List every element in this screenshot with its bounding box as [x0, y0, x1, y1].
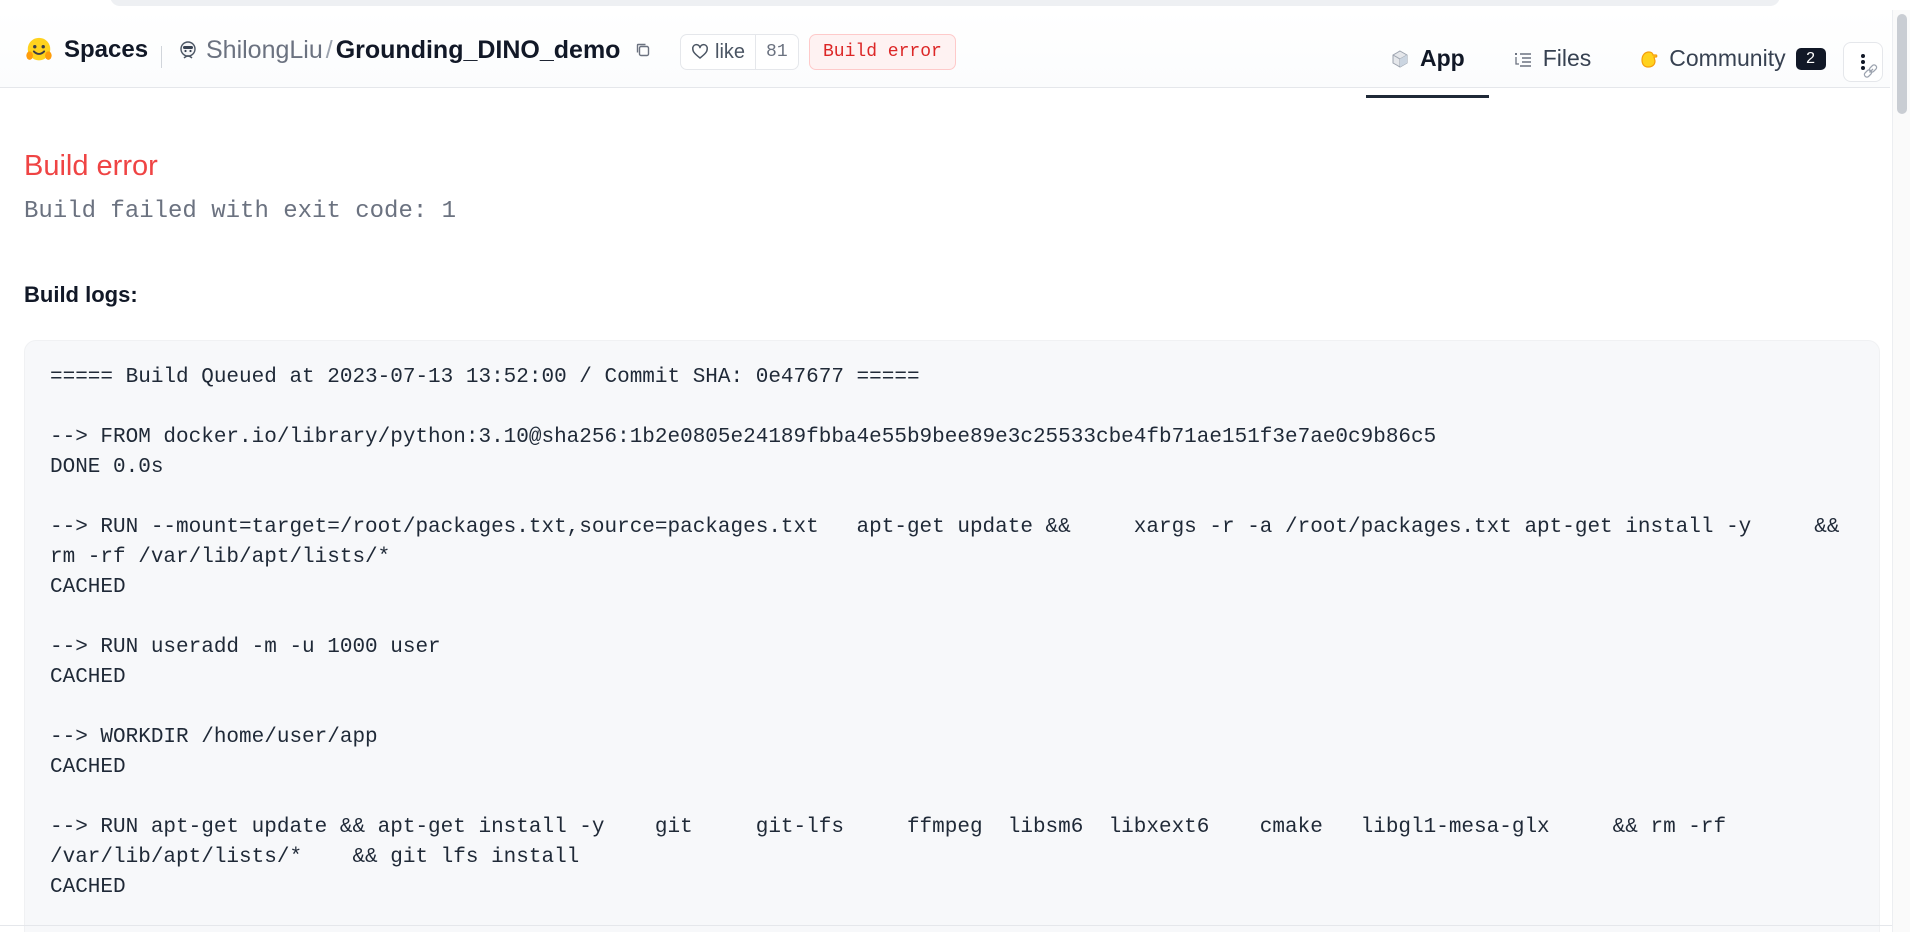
error-title: Build error: [24, 150, 158, 182]
tab-community[interactable]: Community 2: [1615, 20, 1849, 97]
space-header: Spaces ShilongLiu / Grounding_DINO_demo: [0, 10, 1890, 98]
tab-community-label: Community: [1669, 45, 1786, 71]
log-line: --> RUN apt-get update && apt-get instal…: [50, 816, 1727, 839]
header-divider: [161, 46, 162, 68]
like-widget: like 81: [680, 34, 799, 70]
space-tabs: App Files Community 2: [1366, 20, 1850, 98]
build-error-panel: Build error Build failed with exit code:…: [24, 88, 1880, 932]
scrollbar-thumb[interactable]: [1897, 14, 1907, 114]
repo-name-link[interactable]: Grounding_DINO_demo: [336, 36, 621, 65]
tab-files[interactable]: Files: [1489, 20, 1616, 97]
community-count-badge: 2: [1795, 47, 1826, 70]
link-icon[interactable]: [1862, 62, 1880, 80]
cube-icon: [1392, 49, 1408, 68]
log-line: --> WORKDIR /home/user/app: [50, 726, 378, 749]
log-line: CACHED: [50, 576, 126, 599]
repo-breadcrumb: ShilongLiu / Grounding_DINO_demo: [178, 32, 652, 68]
tab-app[interactable]: App: [1366, 20, 1489, 98]
log-line: ===== Build Queued at 2023-07-13 13:52:0…: [50, 366, 920, 389]
copy-icon[interactable]: [634, 41, 652, 59]
tab-app-label: App: [1420, 45, 1465, 71]
tab-files-label: Files: [1542, 45, 1592, 71]
files-icon: [1514, 52, 1531, 67]
log-line: CACHED: [50, 666, 126, 689]
owner-link[interactable]: ShilongLiu: [206, 36, 323, 65]
page: Spaces ShilongLiu / Grounding_DINO_demo: [0, 0, 1910, 932]
address-bar-remnant[interactable]: [110, 0, 1780, 6]
like-count[interactable]: 81: [755, 35, 798, 69]
like-label: like: [715, 40, 746, 63]
hugging-face-logo-icon: [26, 37, 52, 61]
error-detail: Build failed with exit code: 1: [24, 198, 457, 225]
heart-icon: [692, 43, 708, 59]
window-bottom-edge: [0, 925, 1892, 926]
log-line: --> FROM docker.io/library/python:3.10@s…: [50, 426, 1437, 449]
log-line: CACHED: [50, 756, 126, 779]
page-scrollbar[interactable]: [1892, 10, 1910, 932]
log-line: /var/lib/apt/lists/* && git lfs install: [50, 846, 580, 869]
log-line: --> RUN useradd -m -u 1000 user: [50, 636, 441, 659]
community-icon: [1641, 50, 1658, 68]
log-line: DONE 0.0s: [50, 456, 164, 479]
log-line: --> RUN --mount=target=/root/packages.tx…: [50, 516, 1840, 539]
build-logs-heading: Build logs:: [24, 282, 138, 307]
log-line: CACHED: [50, 876, 126, 899]
owner-avatar-icon: [180, 41, 196, 59]
build-status-badge[interactable]: Build error: [809, 34, 956, 70]
build-logs-box[interactable]: ===== Build Queued at 2023-07-13 13:52:0…: [24, 340, 1880, 932]
brand-label: Spaces: [64, 36, 149, 63]
browser-top-strip: [0, 0, 1910, 10]
spaces-brand-link[interactable]: Spaces: [24, 30, 148, 70]
log-line: rm -rf /var/lib/apt/lists/*: [50, 546, 391, 569]
like-button[interactable]: like: [681, 35, 755, 69]
breadcrumb-separator: /: [325, 35, 333, 64]
